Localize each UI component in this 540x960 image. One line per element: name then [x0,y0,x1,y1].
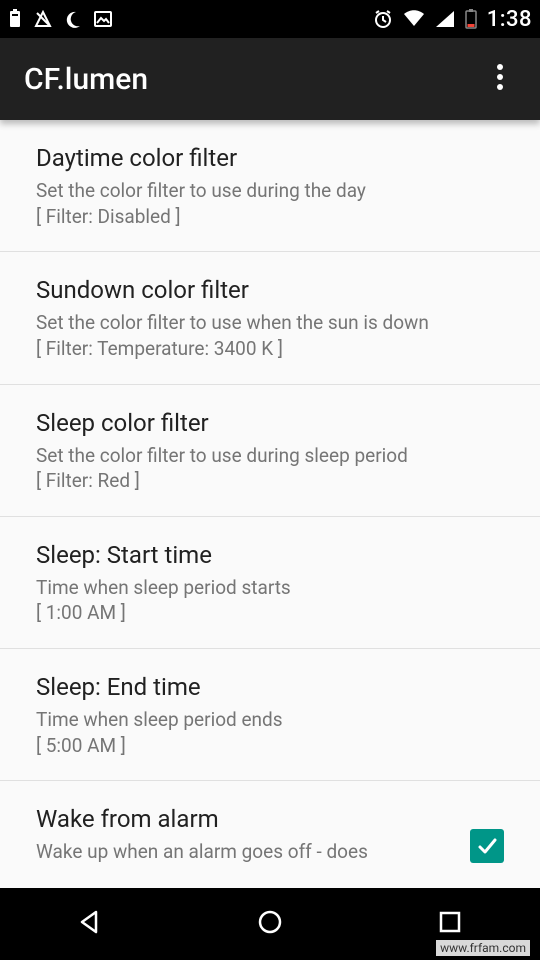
row-title: Daytime color filter [36,144,504,172]
row-daytime-color-filter[interactable]: Daytime color filter Set the color filte… [0,120,540,252]
row-subtitle: Set the color filter to use during the d… [36,178,504,229]
settings-list: Daytime color filter Set the color filte… [0,120,540,888]
nodata-icon [34,10,52,28]
row-title: Wake from alarm [36,805,458,833]
row-subtitle: Set the color filter to use when the sun… [36,310,504,361]
moon-icon [64,10,82,28]
wake-from-alarm-checkbox[interactable] [470,829,504,863]
battery-icon [465,9,477,29]
row-sleep-end-time[interactable]: Sleep: End time Time when sleep period e… [0,649,540,781]
row-subtitle: Time when sleep period ends [ 5:00 AM ] [36,707,504,758]
row-sleep-start-time[interactable]: Sleep: Start time Time when sleep period… [0,517,540,649]
row-subtitle: Set the color filter to use during sleep… [36,443,504,494]
check-icon [476,835,498,857]
row-title: Sleep color filter [36,409,504,437]
signal-icon [435,10,455,28]
row-subtitle: Time when sleep period starts [ 1:00 AM … [36,575,504,626]
wifi-icon [403,10,425,28]
nav-back-button[interactable] [60,904,120,944]
row-title: Sleep: End time [36,673,504,701]
back-icon [76,908,104,940]
battery-card-icon [8,9,22,29]
image-icon [94,10,112,28]
nav-home-button[interactable] [240,904,300,944]
row-wake-from-alarm[interactable]: Wake from alarm Wake up when an alarm go… [0,781,540,871]
watermark: www.frfam.com [436,940,530,956]
row-title: Sleep: Start time [36,541,504,569]
row-subtitle: Wake up when an alarm goes off - does [36,839,458,865]
alarm-icon [373,9,393,29]
status-clock: 1:38 [487,7,532,32]
status-bar: 1:38 [0,0,540,38]
app-title: CF.lumen [24,62,480,97]
overflow-menu-button[interactable] [480,59,520,99]
row-sleep-color-filter[interactable]: Sleep color filter Set the color filter … [0,385,540,517]
row-title: Sundown color filter [36,276,504,304]
row-sundown-color-filter[interactable]: Sundown color filter Set the color filte… [0,252,540,384]
recent-icon [437,909,463,939]
nav-recent-button[interactable] [420,904,480,944]
home-icon [256,908,284,940]
app-bar: CF.lumen [0,38,540,120]
more-vert-icon [496,63,504,95]
